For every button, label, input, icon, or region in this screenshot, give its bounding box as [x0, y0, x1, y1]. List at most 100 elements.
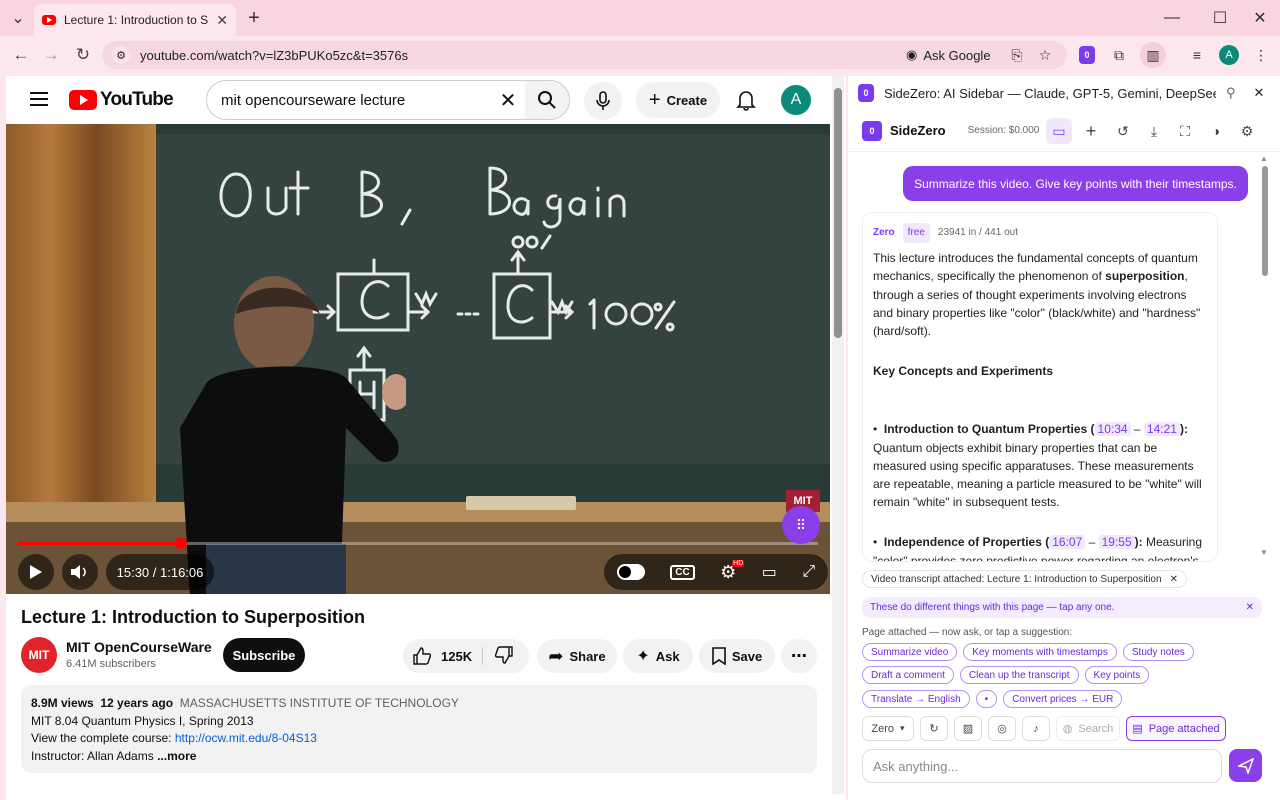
share-button[interactable]: ➦ Share	[537, 639, 617, 673]
eraser	[466, 496, 576, 510]
show-more-link[interactable]: ...more	[157, 749, 196, 763]
new-tab-button[interactable]: +	[242, 6, 266, 30]
theme-contrast-icon[interactable]: ◑	[1203, 118, 1229, 144]
reply-model: Zero	[873, 227, 895, 238]
close-tab-icon[interactable]: ✕	[216, 12, 228, 29]
dismiss-notice-icon[interactable]: ✕	[1246, 602, 1254, 613]
chip-key-points[interactable]: Key points	[1084, 666, 1150, 684]
browser-menu-icon[interactable]: ⋮	[1250, 44, 1272, 66]
model-select[interactable]: Zero ▾	[862, 716, 914, 741]
remove-attachment-icon[interactable]: ✕	[1170, 574, 1178, 585]
clear-search-icon[interactable]: ✕	[491, 88, 525, 113]
like-count: 125K	[441, 648, 473, 664]
timestamp-link[interactable]: 19:55	[1098, 535, 1135, 550]
history-icon[interactable]: ↺	[1110, 118, 1136, 144]
download-icon[interactable]: ⤓	[1141, 118, 1167, 144]
timestamp-link[interactable]: 16:07	[1049, 535, 1086, 550]
timestamp-link[interactable]: 10:34	[1094, 422, 1131, 437]
settings-gear-icon[interactable]: ⚙	[1234, 118, 1260, 144]
chip-summarize-video[interactable]: Summarize video	[862, 643, 958, 661]
refresh-icon[interactable]: ↻	[920, 716, 948, 741]
browser-tab-youtube[interactable]: Lecture 1: Introduction to Superp ✕	[34, 4, 236, 36]
extensions-puzzle-icon[interactable]: ⧉	[1108, 44, 1130, 66]
video-player[interactable]: MIT 15:30 / 1:16:06 CC ⚙ HD ▭ ⤢ ⠿	[6, 124, 830, 594]
image-icon[interactable]: ▨	[954, 716, 982, 741]
chat-scrollbar-thumb[interactable]	[1262, 166, 1268, 276]
chip-key-moments[interactable]: Key moments with timestamps	[963, 643, 1117, 661]
menu-hamburger-icon[interactable]	[30, 92, 48, 106]
bookmark-star-icon[interactable]: ☆	[1034, 44, 1056, 66]
ask-google-button[interactable]: ◉ Ask Google	[906, 44, 991, 66]
course-link[interactable]: http://ocw.mit.edu/8-04S13	[175, 731, 317, 745]
ask-input[interactable]: Ask anything...	[862, 749, 1222, 783]
captions-button[interactable]: CC	[670, 564, 695, 580]
media-controls-icon[interactable]: ≡	[1186, 44, 1208, 66]
chip-clean-transcript[interactable]: Clean up the transcript	[959, 666, 1079, 684]
chip-translate[interactable]: Translate → English	[862, 690, 970, 708]
chip-convert-prices[interactable]: Convert prices → EUR	[1003, 690, 1123, 708]
web-search-toggle[interactable]: ◍ Search	[1056, 716, 1120, 741]
view-count: 8.9M views	[31, 696, 94, 710]
minimize-button[interactable]: —	[1160, 6, 1184, 30]
new-chat-plus-icon[interactable]: +	[1078, 118, 1104, 144]
youtube-logo[interactable]: YouTube	[69, 89, 174, 111]
progress-scrubber[interactable]	[175, 537, 187, 549]
more-actions-button[interactable]: ⋯	[781, 639, 817, 673]
install-app-icon[interactable]: ⎘	[1006, 44, 1028, 66]
settings-gear-icon[interactable]: ⚙ HD	[720, 559, 745, 583]
chat-icon[interactable]: ▭	[1046, 118, 1072, 144]
search-box[interactable]: mit opencourseware lecture ✕	[206, 80, 570, 120]
side-panel-title: SideZero: AI Sidebar — Claude, GPT-5, Ge…	[884, 85, 1216, 101]
notice-text: These do different things with this page…	[870, 602, 1115, 613]
page-attached-toggle[interactable]: ▤ Page attached	[1126, 716, 1226, 741]
theater-mode-icon[interactable]: ▭	[762, 562, 777, 582]
volume-button[interactable]	[62, 554, 98, 590]
dislike-button[interactable]	[483, 645, 513, 667]
reload-button[interactable]: ↻	[70, 42, 96, 68]
profile-avatar[interactable]: A	[1219, 45, 1239, 65]
chip-dot-separator[interactable]: •	[975, 690, 998, 708]
description-box[interactable]: 8.9M views 12 years ago MASSACHUSETTS IN…	[21, 685, 817, 773]
search-button[interactable]	[525, 81, 569, 119]
like-button[interactable]: 125K	[413, 647, 484, 665]
scroll-down-icon[interactable]: ▼	[1260, 548, 1268, 557]
sidezero-extension-icon[interactable]: 0	[1076, 44, 1098, 66]
chip-study-notes[interactable]: Study notes	[1122, 643, 1194, 661]
scroll-up-icon[interactable]: ▲	[1260, 154, 1268, 163]
notifications-bell-icon[interactable]	[732, 86, 760, 114]
fullscreen-icon[interactable]: ⤢	[802, 563, 815, 581]
channel-name[interactable]: MIT OpenCourseWare	[66, 639, 212, 655]
search-input[interactable]: mit opencourseware lecture	[221, 92, 491, 109]
voice-search-button[interactable]	[584, 82, 622, 120]
channel-avatar[interactable]: MIT	[21, 637, 57, 673]
send-button[interactable]	[1229, 749, 1262, 782]
autoplay-toggle[interactable]	[616, 564, 645, 580]
save-button[interactable]: Save	[699, 639, 775, 673]
back-button[interactable]: ←	[8, 42, 34, 68]
chevron-down-icon: ▾	[900, 723, 905, 733]
progress-bar-fill	[18, 542, 181, 545]
user-message: Summarize this video. Give key points wi…	[903, 166, 1248, 201]
side-panel-icon[interactable]: ▥	[1140, 42, 1166, 68]
close-window-button[interactable]: ✕	[1248, 6, 1272, 30]
unpin-icon[interactable]: ⚲	[1226, 85, 1236, 101]
page-scrollbar-thumb[interactable]	[834, 88, 842, 338]
close-panel-icon[interactable]: ✕	[1254, 85, 1265, 101]
microphone-icon[interactable]: ♪	[1022, 716, 1050, 741]
chip-draft-comment[interactable]: Draft a comment	[862, 666, 954, 684]
maximize-button[interactable]: ☐	[1208, 6, 1232, 30]
tab-search-icon[interactable]: ⌄	[6, 6, 30, 30]
expand-icon[interactable]: ⛶	[1172, 118, 1198, 144]
camera-icon[interactable]: ◎	[988, 716, 1016, 741]
play-button[interactable]	[18, 554, 54, 590]
forward-button[interactable]: →	[38, 42, 64, 68]
sidezero-floating-button[interactable]: ⠿	[782, 506, 820, 544]
subscribe-button[interactable]: Subscribe	[223, 638, 305, 672]
thumbs-up-icon	[413, 647, 431, 665]
timestamp-link[interactable]: 14:21	[1143, 422, 1180, 437]
account-avatar[interactable]: A	[781, 85, 811, 115]
create-button[interactable]: + Create	[636, 82, 720, 118]
ask-button[interactable]: ✦ Ask	[623, 639, 693, 673]
site-info-icon[interactable]: ⚙	[112, 46, 130, 64]
org-tag[interactable]: MASSACHUSETTS INSTITUTE OF TECHNOLOGY	[180, 696, 459, 710]
